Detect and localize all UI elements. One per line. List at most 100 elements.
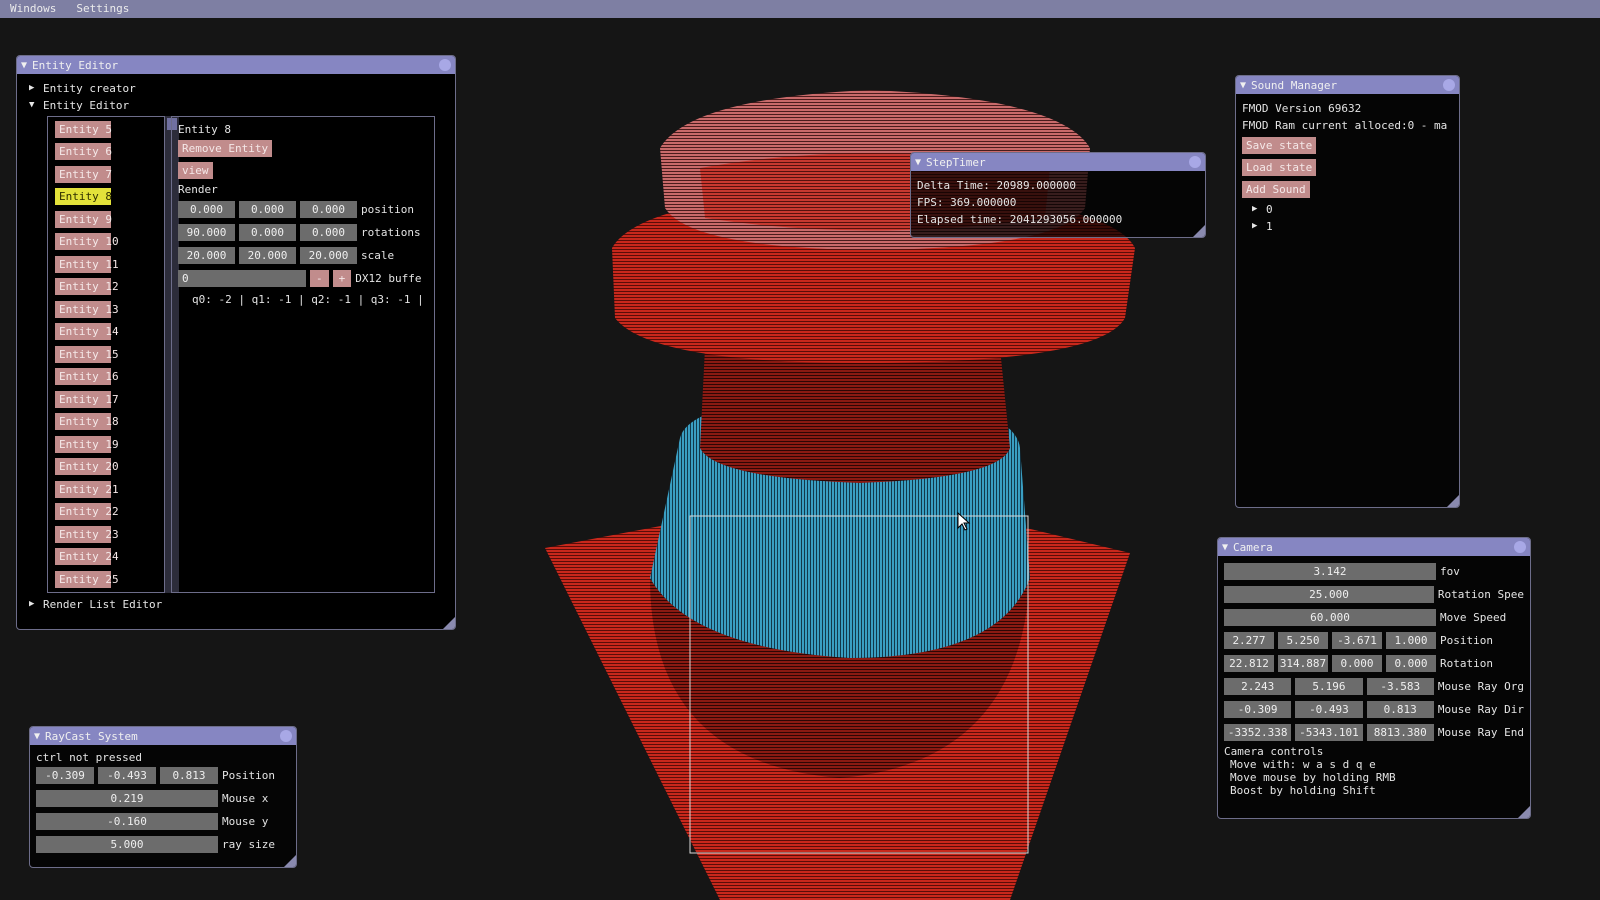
move-speed-row: 60.000 Move Speed xyxy=(1224,609,1524,626)
camera-control-boost: Boost by holding Shift xyxy=(1230,784,1376,797)
menu-bar: Windows Settings xyxy=(0,0,1600,18)
mouse-ray-org-row: 2.243 5.196 -3.583 Mouse Ray Org xyxy=(1224,678,1524,695)
ray-end-x[interactable]: -3352.338 xyxy=(1224,724,1292,741)
close-icon[interactable] xyxy=(280,730,292,742)
delta-time: Delta Time: 20989.000000 xyxy=(917,179,1076,192)
entity-button-16[interactable]: Entity 16 xyxy=(55,368,119,385)
scale-z-input[interactable]: 20.000 xyxy=(300,247,357,264)
ray-position-x[interactable]: -0.309 xyxy=(36,767,94,784)
collapse-triangle-icon[interactable]: ▼ xyxy=(34,731,40,742)
move-speed-input[interactable]: 60.000 xyxy=(1224,609,1436,626)
camera-position-y[interactable]: 5.250 xyxy=(1278,632,1328,649)
entity-button-22[interactable]: Entity 22 xyxy=(55,503,119,520)
camera-position-w[interactable]: 1.000 xyxy=(1386,632,1436,649)
position-x-input[interactable]: 0.000 xyxy=(178,201,235,218)
resize-grip-icon[interactable] xyxy=(284,855,296,867)
dx12-buffer-input[interactable]: 0 xyxy=(178,270,306,287)
entity-editor-titlebar[interactable]: ▼ Entity Editor xyxy=(17,56,455,74)
entity-button-8[interactable]: Entity 8 xyxy=(55,188,112,205)
decrement-button[interactable]: - xyxy=(310,270,329,287)
entity-button-18[interactable]: Entity 18 xyxy=(55,413,119,430)
step-timer-titlebar[interactable]: ▼ StepTimer xyxy=(911,153,1205,171)
increment-button[interactable]: + xyxy=(332,270,352,287)
camera-position-z[interactable]: -3.671 xyxy=(1332,632,1382,649)
menu-settings[interactable]: Settings xyxy=(66,0,139,18)
rotation-speed-input[interactable]: 25.000 xyxy=(1224,586,1434,603)
entity-button-10[interactable]: Entity 10 xyxy=(55,233,119,250)
entity-list[interactable]: Entity 5 Entity 6 Entity 7 Entity 8 Enti… xyxy=(47,116,165,593)
camera-titlebar[interactable]: ▼ Camera xyxy=(1218,538,1530,556)
ray-end-y[interactable]: -5343.101 xyxy=(1295,724,1363,741)
camera-position-x[interactable]: 2.277 xyxy=(1224,632,1274,649)
position-y-input[interactable]: 0.000 xyxy=(239,201,296,218)
sound-item-0[interactable]: ▶ 0 xyxy=(1252,201,1453,218)
ray-size-input[interactable]: 5.000 xyxy=(36,836,218,853)
rotation-x-input[interactable]: 90.000 xyxy=(178,224,235,241)
tree-render-list-editor[interactable]: ▶ Render List Editor xyxy=(29,596,162,613)
ray-org-z[interactable]: -3.583 xyxy=(1366,678,1434,695)
close-icon[interactable] xyxy=(1514,541,1526,553)
view-button[interactable]: view xyxy=(178,162,213,179)
camera-rotation-z[interactable]: 0.000 xyxy=(1332,655,1382,672)
collapse-triangle-icon[interactable]: ▼ xyxy=(21,60,27,71)
position-z-input[interactable]: 0.000 xyxy=(300,201,357,218)
sound-manager-titlebar[interactable]: ▼ Sound Manager xyxy=(1236,76,1459,94)
ray-org-y[interactable]: 5.196 xyxy=(1295,678,1363,695)
rotation-z-input[interactable]: 0.000 xyxy=(300,224,357,241)
mouse-x-input[interactable]: 0.219 xyxy=(36,790,218,807)
entity-button-20[interactable]: Entity 20 xyxy=(55,458,119,475)
scale-row: 20.000 20.000 20.000 scale xyxy=(178,247,428,264)
entity-button-23[interactable]: Entity 23 xyxy=(55,526,119,543)
sound-item-1[interactable]: ▶ 1 xyxy=(1252,218,1453,235)
ray-dir-z[interactable]: 0.813 xyxy=(1366,701,1434,718)
entity-button-5[interactable]: Entity 5 xyxy=(55,121,112,138)
entity-button-17[interactable]: Entity 17 xyxy=(55,391,119,408)
add-sound-button[interactable]: Add Sound xyxy=(1242,181,1310,198)
tree-entity-editor[interactable]: ▼ Entity Editor xyxy=(29,97,136,114)
collapse-triangle-icon[interactable]: ▼ xyxy=(1240,80,1246,91)
save-state-button[interactable]: Save state xyxy=(1242,137,1317,154)
entity-button-21[interactable]: Entity 21 xyxy=(55,481,119,498)
scale-x-input[interactable]: 20.000 xyxy=(178,247,235,264)
ray-position-z[interactable]: 0.813 xyxy=(160,767,218,784)
entity-button-12[interactable]: Entity 12 xyxy=(55,278,119,295)
entity-button-14[interactable]: Entity 14 xyxy=(55,323,119,340)
resize-grip-icon[interactable] xyxy=(1518,806,1530,818)
entity-button-6[interactable]: Entity 6 xyxy=(55,143,112,160)
collapse-triangle-icon[interactable]: ▼ xyxy=(915,157,921,168)
scale-label: scale xyxy=(361,249,395,262)
ray-position-y[interactable]: -0.493 xyxy=(98,767,156,784)
fov-input[interactable]: 3.142 xyxy=(1224,563,1436,580)
close-icon[interactable] xyxy=(1189,156,1201,168)
entity-button-9[interactable]: Entity 9 xyxy=(55,211,112,228)
camera-rotation-x[interactable]: 22.812 xyxy=(1224,655,1274,672)
load-state-button[interactable]: Load state xyxy=(1242,159,1317,176)
ray-dir-y[interactable]: -0.493 xyxy=(1295,701,1363,718)
camera-rotation-y[interactable]: 314.887 xyxy=(1278,655,1328,672)
ray-end-z[interactable]: 8813.380 xyxy=(1366,724,1434,741)
mouse-y-input[interactable]: -0.160 xyxy=(36,813,218,830)
rotation-speed-label: Rotation Spee xyxy=(1437,588,1524,601)
entity-button-24[interactable]: Entity 24 xyxy=(55,548,119,565)
scale-y-input[interactable]: 20.000 xyxy=(239,247,296,264)
entity-button-15[interactable]: Entity 15 xyxy=(55,346,119,363)
entity-button-13[interactable]: Entity 13 xyxy=(55,301,119,318)
ray-org-x[interactable]: 2.243 xyxy=(1224,678,1292,695)
resize-grip-icon[interactable] xyxy=(443,617,455,629)
collapse-triangle-icon[interactable]: ▼ xyxy=(1222,542,1228,553)
entity-button-11[interactable]: Entity 11 xyxy=(55,256,119,273)
raycast-titlebar[interactable]: ▼ RayCast System xyxy=(30,727,296,745)
camera-rotation-w[interactable]: 0.000 xyxy=(1386,655,1436,672)
entity-button-7[interactable]: Entity 7 xyxy=(55,166,112,183)
entity-button-25[interactable]: Entity 25 xyxy=(55,571,119,588)
resize-grip-icon[interactable] xyxy=(1193,225,1205,237)
close-icon[interactable] xyxy=(1443,79,1455,91)
rotation-y-input[interactable]: 0.000 xyxy=(239,224,296,241)
entity-button-19[interactable]: Entity 19 xyxy=(55,436,119,453)
ray-dir-x[interactable]: -0.309 xyxy=(1224,701,1292,718)
menu-windows[interactable]: Windows xyxy=(0,0,66,18)
remove-entity-button[interactable]: Remove Entity xyxy=(178,140,273,157)
resize-grip-icon[interactable] xyxy=(1447,495,1459,507)
close-icon[interactable] xyxy=(439,59,451,71)
tree-entity-creator[interactable]: ▶ Entity creator xyxy=(29,80,136,97)
